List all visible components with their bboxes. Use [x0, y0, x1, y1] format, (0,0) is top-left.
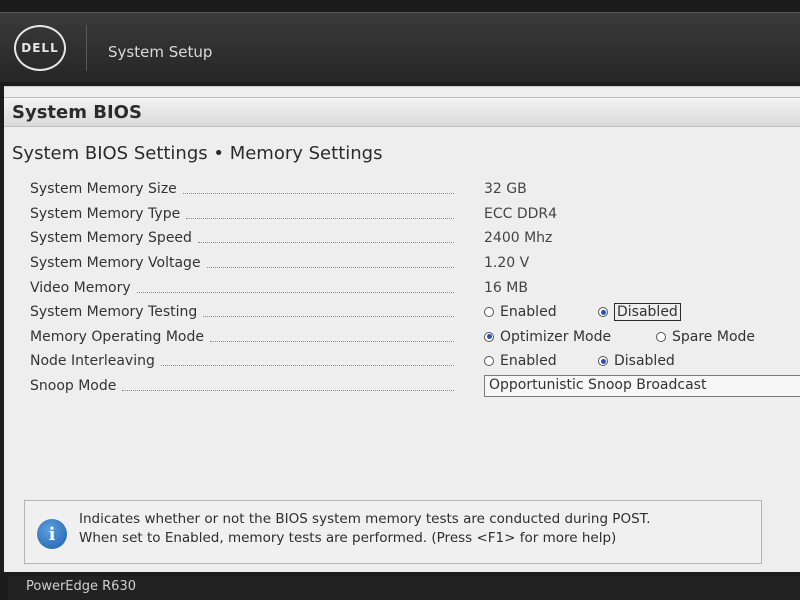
setting-value: 2400 Mhz [484, 230, 553, 247]
dotted-leader [206, 267, 454, 269]
optimizer-mode-option[interactable]: Optimizer Mode [484, 329, 656, 345]
option-label-focused: Disabled [614, 303, 681, 322]
radio-selected-icon[interactable] [598, 356, 608, 367]
help-line-1: Indicates whether or not the BIOS system… [79, 511, 651, 527]
dotted-leader [209, 340, 454, 342]
help-text: Indicates whether or not the BIOS system… [79, 510, 759, 548]
operating-mode-radio-group: Optimizer Mode Spare Mode [484, 329, 755, 345]
snoop-mode-select[interactable]: Opportunistic Snoop Broadcast [484, 375, 800, 398]
header-divider [86, 25, 87, 71]
setting-label: System Memory Size [30, 181, 177, 198]
option-label: Disabled [614, 353, 675, 370]
setting-label: Node Interleaving [30, 353, 155, 370]
node-interleaving-radio-group: Enabled Disabled [484, 353, 675, 369]
radio-selected-icon[interactable] [598, 307, 608, 318]
setting-row-video-memory: Video Memory 16 MB [30, 275, 800, 300]
radio-unselected-icon[interactable] [656, 331, 666, 342]
setting-row-snoop-mode: Snoop Mode Opportunistic Snoop Broadcast [30, 374, 800, 399]
setting-row-memory-size: System Memory Size 32 GB [30, 177, 800, 202]
memory-testing-radio-group: Enabled Disabled [484, 303, 681, 322]
setting-row-memory-type: System Memory Type ECC DDR4 [30, 202, 800, 227]
node-interleaving-enabled-option[interactable]: Enabled [484, 353, 598, 369]
settings-list: System Memory Size 32 GB System Memory T… [30, 177, 800, 398]
dotted-leader [136, 291, 454, 293]
setting-row-memory-testing: System Memory Testing Enabled Disabled [30, 300, 800, 325]
radio-unselected-icon[interactable] [484, 356, 494, 367]
setting-row-memory-speed: System Memory Speed 2400 Mhz [30, 226, 800, 251]
top-bar: DELL System Setup [0, 12, 800, 82]
model-name: PowerEdge R630 [26, 579, 136, 594]
setting-row-node-interleaving: Node Interleaving Enabled Disabled [30, 349, 800, 374]
setting-label: System Memory Speed [30, 230, 192, 247]
footer-bar: PowerEdge R630 [8, 576, 800, 600]
dotted-leader [186, 217, 454, 219]
setting-label: System Memory Testing [30, 304, 198, 321]
setting-label: Video Memory [30, 279, 131, 296]
setting-row-operating-mode: Memory Operating Mode Optimizer Mode Spa… [30, 325, 800, 350]
dotted-leader [160, 365, 454, 367]
app-title: System Setup [108, 43, 213, 61]
dotted-leader [203, 316, 454, 318]
section-header: System BIOS [4, 97, 800, 127]
node-interleaving-disabled-option[interactable]: Disabled [598, 353, 675, 369]
logo-text: DELL [21, 41, 59, 55]
breadcrumb: System BIOS Settings • Memory Settings [12, 143, 383, 164]
info-icon: i [37, 519, 67, 549]
memory-testing-enabled-option[interactable]: Enabled [484, 304, 598, 320]
option-label: Spare Mode [672, 328, 756, 345]
memory-testing-disabled-option[interactable]: Disabled [598, 303, 681, 322]
option-label: Enabled [500, 353, 557, 370]
option-label: Optimizer Mode [500, 328, 612, 345]
option-label: Enabled [500, 304, 557, 321]
radio-unselected-icon[interactable] [484, 307, 494, 318]
setting-label: Memory Operating Mode [30, 328, 204, 345]
setting-label: Snoop Mode [30, 378, 117, 395]
setting-value: 32 GB [484, 181, 527, 198]
setting-value: 16 MB [484, 279, 528, 296]
dell-logo: DELL [14, 25, 66, 71]
setting-value: ECC DDR4 [484, 205, 558, 222]
dotted-leader [182, 193, 454, 195]
dotted-leader [122, 390, 454, 392]
setting-row-memory-voltage: System Memory Voltage 1.20 V [30, 251, 800, 276]
spare-mode-option[interactable]: Spare Mode [656, 329, 755, 345]
help-panel: i Indicates whether or not the BIOS syst… [24, 500, 762, 564]
section-title: System BIOS [12, 102, 142, 123]
help-line-2: When set to Enabled, memory tests are pe… [79, 530, 617, 546]
setting-label: System Memory Type [30, 205, 181, 222]
setting-value: 1.20 V [484, 255, 530, 272]
dotted-leader [197, 242, 454, 244]
radio-selected-icon[interactable] [484, 331, 494, 342]
setting-label: System Memory Voltage [30, 255, 201, 272]
